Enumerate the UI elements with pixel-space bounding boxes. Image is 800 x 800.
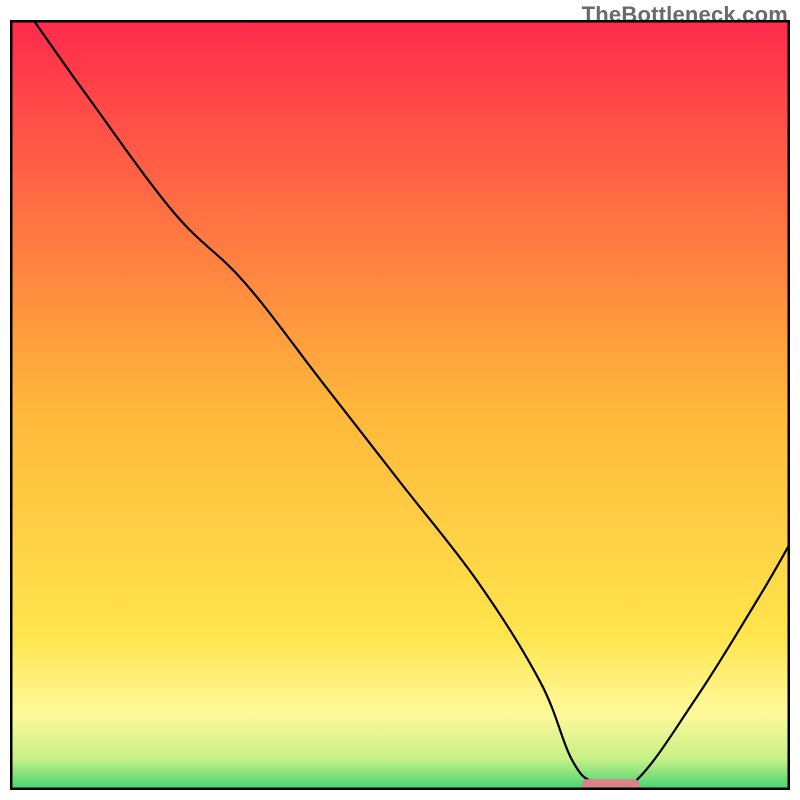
- chart-svg: [10, 20, 790, 790]
- plot-area: [10, 20, 790, 790]
- chart-container: TheBottleneck.com: [0, 0, 800, 800]
- gradient-background: [10, 20, 790, 790]
